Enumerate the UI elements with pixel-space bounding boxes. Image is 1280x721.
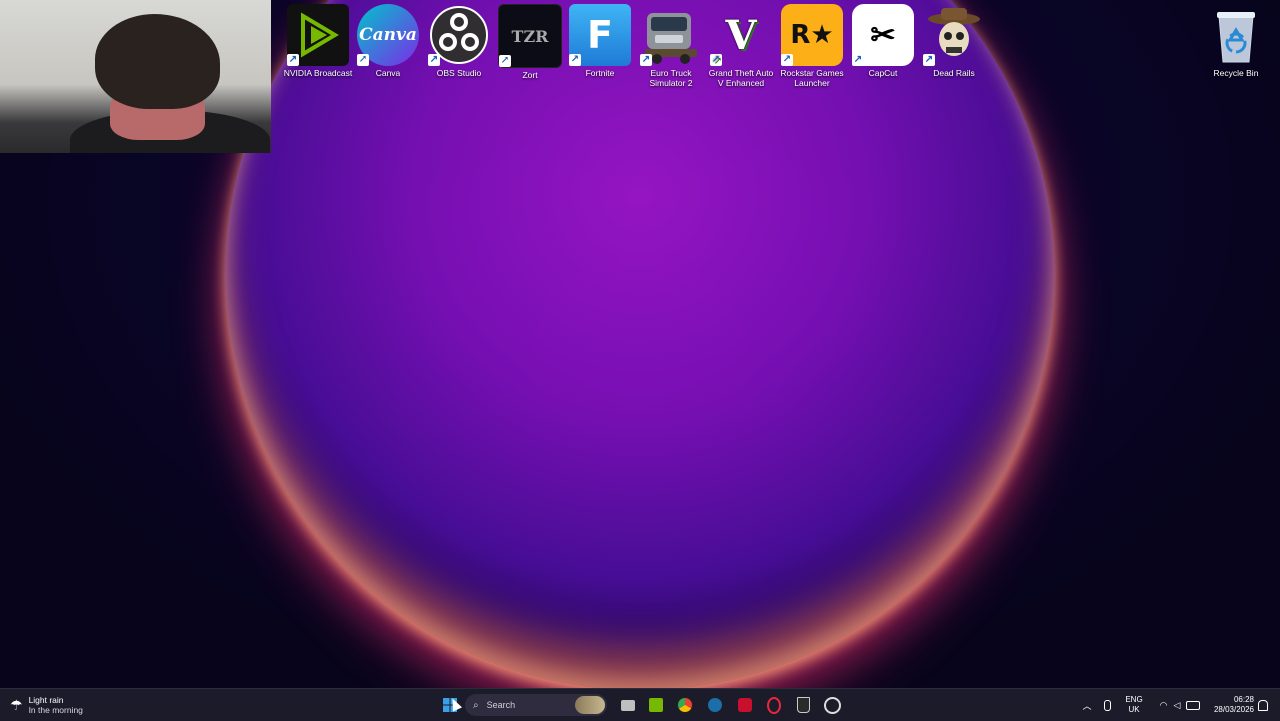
desktop-icon-nvidia-broadcast[interactable]: ↗ NVIDIA Broadcast: [283, 4, 353, 78]
shortcut-arrow-icon: ↗: [357, 54, 369, 66]
app-icon[interactable]: [822, 689, 842, 721]
search-icon: ⌕: [473, 699, 479, 711]
fortnite-logo: F: [587, 13, 613, 57]
shortcut-arrow-icon: ↗: [287, 54, 299, 66]
weather-subtitle: In the morning: [28, 705, 83, 715]
desktop-icon-label: Dead Rails: [933, 68, 975, 78]
zort-icon: TZR ↗: [498, 4, 562, 68]
search-highlight-icon: [575, 696, 605, 714]
chrome-icon[interactable]: [675, 689, 695, 721]
canva-icon: Canva ↗: [357, 4, 419, 66]
desktop-icon-canva[interactable]: Canva ↗ Canva: [353, 4, 423, 78]
battery-icon: [1186, 700, 1201, 710]
show-hidden-icons-chevron-icon[interactable]: ︿: [1080, 689, 1094, 721]
gta-icon: V ↗: [710, 4, 772, 66]
nvidia-broadcast-icon: ↗: [287, 4, 349, 66]
shortcut-arrow-icon: ↗: [923, 54, 935, 66]
desktop-icon-label: Fortnite: [585, 68, 615, 78]
desktop-icon-label: Euro Truck Simulator 2: [649, 68, 693, 88]
clock-time: 06:28: [1233, 695, 1254, 704]
desktop-icon-label: Grand Theft Auto V Enhanced: [708, 68, 774, 88]
shortcut-arrow-icon: ↗: [499, 55, 511, 67]
steam-icon[interactable]: [705, 689, 725, 721]
search-placeholder: Search: [486, 700, 516, 710]
shortcut-arrow-icon: ↗: [852, 54, 864, 66]
canva-wordmark: Canva: [359, 25, 417, 45]
weather-widget[interactable]: ☂ Light rain In the morning: [10, 689, 120, 721]
desktop-icon-label: Recycle Bin: [1213, 68, 1259, 78]
shortcut-arrow-icon: ↗: [569, 54, 581, 66]
desktop-icon-fortnite[interactable]: F ↗ Fortnite: [565, 4, 635, 78]
recycle-bin-icon: [1205, 4, 1267, 66]
desktop-icon-euro-truck[interactable]: ↗ Euro Truck Simulator 2: [636, 4, 706, 88]
fortnite-icon: F ↗: [569, 4, 631, 66]
language-secondary: UK: [1128, 705, 1140, 714]
obs-icon: ↗: [428, 4, 490, 66]
gta-logo: V: [725, 11, 757, 59]
capcut-logo: ✂: [870, 18, 896, 52]
notification-bell-icon[interactable]: [1256, 689, 1270, 721]
desktop-icon-label: NVIDIA Broadcast: [283, 68, 353, 78]
desktop-icon-label: Rockstar Games Launcher: [780, 68, 844, 88]
desktop-icon-capcut[interactable]: ✂ ↗ CapCut: [848, 4, 918, 78]
clock[interactable]: 06:28 28/03/2026: [1206, 689, 1254, 721]
microphone-icon[interactable]: [1100, 689, 1114, 721]
truck-icon: ↗: [640, 4, 702, 66]
webcam-overlay: [0, 0, 271, 153]
rockstar-logo: R★: [790, 20, 834, 50]
nvidia-icon[interactable]: [646, 689, 666, 721]
dead-rails-icon: ↗: [923, 4, 985, 66]
language-primary: ENG: [1125, 695, 1143, 704]
weather-title: Light rain: [28, 695, 64, 705]
wallpaper-orb: [225, 0, 1055, 688]
desktop-icon-label: CapCut: [868, 68, 898, 78]
rockstar-icon: R★ ↗: [781, 4, 843, 66]
file-explorer-icon[interactable]: [618, 689, 638, 721]
desktop-icon-zort[interactable]: TZR ↗ Zort: [495, 4, 565, 80]
rain-cloud-icon: ☂: [10, 696, 23, 713]
desktop-icon-label: OBS Studio: [436, 68, 482, 78]
shortcut-arrow-icon: ↗: [710, 54, 722, 66]
capcut-icon: ✂ ↗: [852, 4, 914, 66]
opera-gx-icon[interactable]: [764, 689, 784, 721]
desktop-icon-rockstar-launcher[interactable]: R★ ↗ Rockstar Games Launcher: [777, 4, 847, 88]
taskbar: ☂ Light rain In the morning ⌕ Search ︿ E…: [0, 688, 1280, 721]
shortcut-arrow-icon: ↗: [428, 54, 440, 66]
desktop-icon-obs-studio[interactable]: ↗ OBS Studio: [424, 4, 494, 78]
zort-logo: TZR: [511, 26, 549, 46]
webcam-person-hair: [95, 14, 220, 109]
taskbar-search[interactable]: ⌕ Search: [465, 694, 607, 716]
epic-games-icon[interactable]: [793, 689, 813, 721]
language-indicator[interactable]: ENG UK: [1120, 689, 1148, 721]
volume-icon: ◁: [1173, 699, 1181, 710]
clock-date: 28/03/2026: [1213, 705, 1254, 714]
rockstar-tb-icon[interactable]: [735, 689, 755, 721]
desktop-icon-gta-v[interactable]: V ↗ Grand Theft Auto V Enhanced: [706, 4, 776, 89]
shortcut-arrow-icon: ↗: [781, 54, 793, 66]
desktop-icon-label: Canva: [375, 68, 401, 78]
desktop-icon-label: Zort: [522, 70, 538, 80]
desktop-icon-recycle-bin[interactable]: Recycle Bin: [1201, 4, 1271, 78]
quick-settings-button[interactable]: ◠ ◁: [1152, 689, 1208, 721]
wifi-icon: ◠: [1159, 699, 1168, 710]
shortcut-arrow-icon: ↗: [640, 54, 652, 66]
desktop-icon-dead-rails[interactable]: ↗ Dead Rails: [919, 4, 989, 78]
